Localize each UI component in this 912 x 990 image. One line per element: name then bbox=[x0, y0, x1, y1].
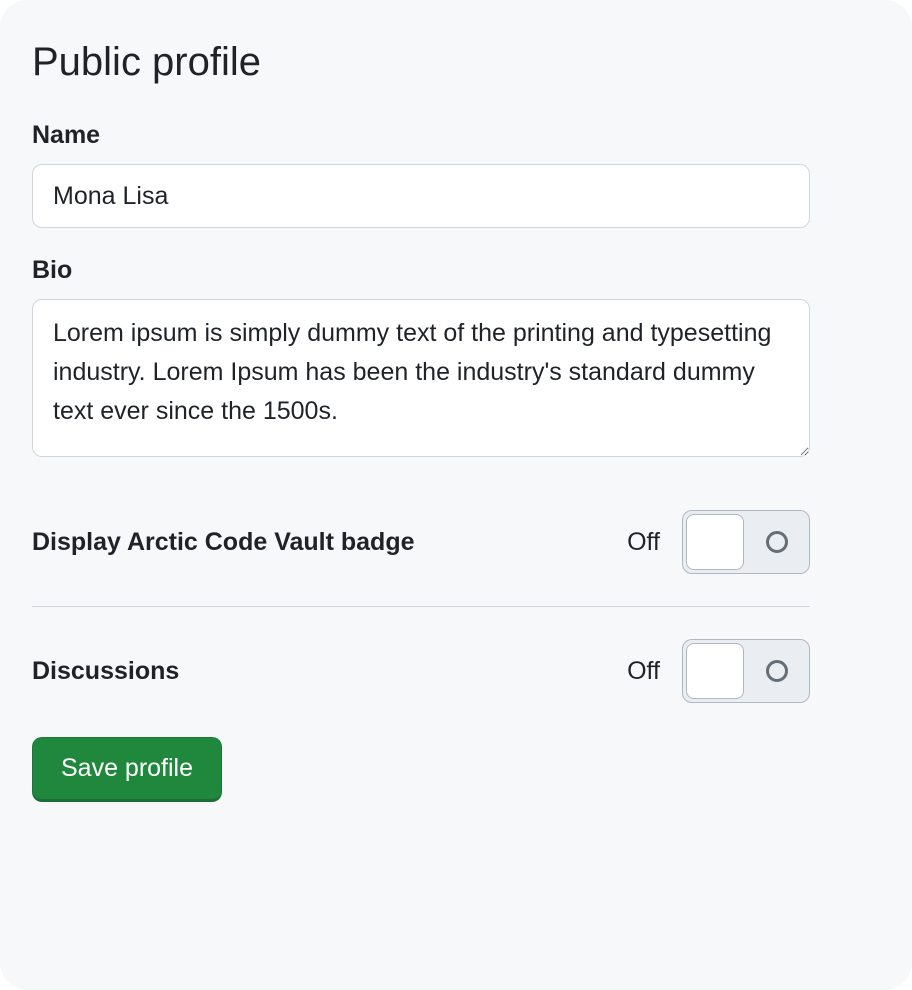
save-profile-button[interactable]: Save profile bbox=[32, 737, 222, 802]
name-input[interactable] bbox=[32, 164, 810, 228]
arctic-badge-status: Off bbox=[627, 528, 660, 557]
bio-textarea[interactable]: Lorem ipsum is simply dummy text of the … bbox=[32, 299, 810, 457]
arctic-badge-label: Display Arctic Code Vault badge bbox=[32, 528, 415, 557]
arctic-badge-control: Off bbox=[627, 510, 810, 574]
discussions-row: Discussions Off bbox=[32, 639, 810, 703]
divider bbox=[32, 606, 810, 607]
toggle-knob bbox=[686, 514, 744, 570]
profile-settings-panel: Public profile Name Bio Lorem ipsum is s… bbox=[0, 0, 912, 990]
toggle-off-indicator bbox=[745, 640, 809, 702]
toggle-off-indicator bbox=[745, 511, 809, 573]
discussions-toggle[interactable] bbox=[682, 639, 810, 703]
circle-off-icon bbox=[766, 660, 788, 682]
name-field-group: Name bbox=[32, 121, 880, 228]
arctic-badge-row: Display Arctic Code Vault badge Off bbox=[32, 510, 810, 574]
discussions-status: Off bbox=[627, 657, 660, 686]
page-title: Public profile bbox=[32, 40, 880, 85]
toggle-knob bbox=[686, 643, 744, 699]
discussions-label: Discussions bbox=[32, 657, 179, 686]
bio-label: Bio bbox=[32, 256, 880, 285]
bio-field-group: Bio Lorem ipsum is simply dummy text of … bbox=[32, 256, 880, 462]
discussions-control: Off bbox=[627, 639, 810, 703]
arctic-badge-toggle[interactable] bbox=[682, 510, 810, 574]
toggle-section: Display Arctic Code Vault badge Off Disc… bbox=[32, 510, 810, 703]
name-label: Name bbox=[32, 121, 880, 150]
circle-off-icon bbox=[766, 531, 788, 553]
